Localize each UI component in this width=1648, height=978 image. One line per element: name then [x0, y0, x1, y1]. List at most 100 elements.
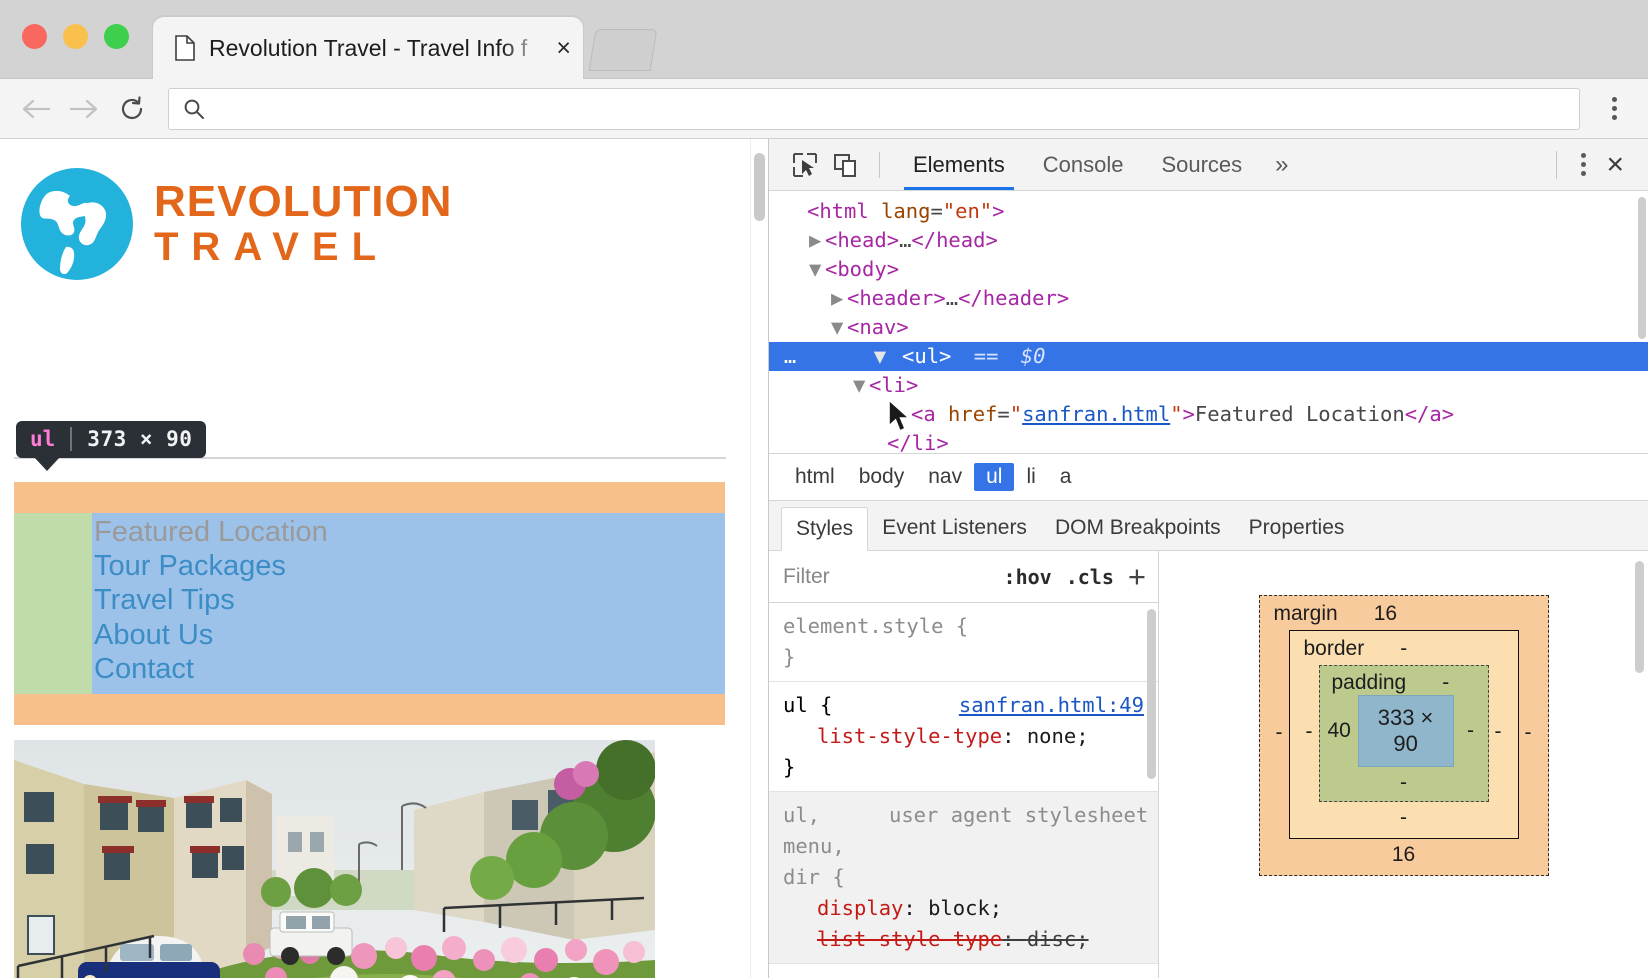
nav-link-tour-packages[interactable]: Tour Packages: [92, 549, 725, 583]
breadcrumb-ul[interactable]: ul: [974, 463, 1014, 491]
breadcrumb-li[interactable]: li: [1014, 463, 1047, 491]
breadcrumb-html[interactable]: html: [783, 463, 847, 491]
close-tab-button[interactable]: ×: [556, 36, 571, 61]
box-model-border-left[interactable]: -: [1300, 720, 1319, 744]
toggle-class-button[interactable]: .cls: [1066, 565, 1114, 589]
browser-menu-button[interactable]: [1594, 97, 1634, 120]
box-model-margin-bottom[interactable]: 16: [1270, 839, 1538, 867]
nav-link-about-us[interactable]: About Us: [92, 618, 725, 652]
declaration-value[interactable]: disc;: [1027, 927, 1089, 951]
box-model-margin-right[interactable]: -: [1519, 721, 1538, 745]
rule-source-link[interactable]: sanfran.html:49: [959, 690, 1144, 721]
device-toolbar-icon[interactable]: [825, 146, 865, 184]
styles-scrollbar-thumb[interactable]: [1147, 609, 1156, 779]
tab-event-listeners[interactable]: Event Listeners: [868, 506, 1041, 550]
breadcrumb-a[interactable]: a: [1048, 463, 1084, 491]
tab-styles[interactable]: Styles: [781, 507, 868, 551]
tab-sources[interactable]: Sources: [1142, 139, 1261, 190]
list-item[interactable]: About Us: [92, 618, 725, 652]
box-model-border-bottom[interactable]: -: [1300, 802, 1508, 830]
toggle-hover-state-button[interactable]: :hov: [1004, 565, 1052, 589]
close-window-button[interactable]: [22, 24, 47, 49]
maximize-window-button[interactable]: [104, 24, 129, 49]
styles-scrollbar[interactable]: [1146, 609, 1156, 974]
box-model-padding[interactable]: padding - 40 333 × 90 -: [1319, 665, 1489, 802]
box-model-padding-left[interactable]: 40: [1328, 719, 1350, 743]
dom-ellipsis-badge[interactable]: …: [769, 342, 811, 371]
logo-line-2: TRAVEL: [154, 225, 452, 269]
page-scrollbar[interactable]: [750, 139, 768, 978]
minimize-window-button[interactable]: [63, 24, 88, 49]
reload-icon[interactable]: [108, 85, 156, 133]
breadcrumb-nav[interactable]: nav: [916, 463, 974, 491]
browser-tab[interactable]: Revolution Travel - Travel Info f ×: [152, 16, 584, 79]
dom-row[interactable]: <a href="sanfran.html">Featured Location…: [769, 400, 1648, 429]
dom-row[interactable]: ▼<body>: [769, 255, 1648, 284]
box-model-padding-right[interactable]: -: [1462, 719, 1480, 743]
forward-arrow-icon[interactable]: [60, 85, 108, 133]
breadcrumb-body[interactable]: body: [847, 463, 917, 491]
tab-dom-breakpoints[interactable]: DOM Breakpoints: [1041, 506, 1235, 550]
box-model-border-right[interactable]: -: [1489, 720, 1508, 744]
back-arrow-icon[interactable]: [12, 85, 60, 133]
inspect-element-icon[interactable]: [785, 146, 825, 184]
dom-row[interactable]: ▶<head>…</head>: [769, 226, 1648, 255]
box-model-margin-top[interactable]: 16: [1374, 602, 1397, 626]
url-input[interactable]: [215, 99, 1579, 119]
web-page: REVOLUTION TRAVEL ul 373 × 90: [0, 139, 768, 978]
declaration-property[interactable]: list-style-type: [817, 724, 1002, 748]
tab-console[interactable]: Console: [1024, 139, 1143, 190]
box-model-border-label: border: [1304, 637, 1365, 661]
declaration-property[interactable]: list-style-type: [817, 927, 1002, 951]
box-model-content[interactable]: 333 × 90: [1358, 695, 1454, 767]
box-model-margin-left[interactable]: -: [1270, 721, 1289, 745]
box-model-scrollbar[interactable]: [1634, 561, 1644, 968]
box-model-scrollbar-thumb[interactable]: [1635, 561, 1644, 673]
declaration-property[interactable]: display: [817, 896, 903, 920]
dom-row[interactable]: ▼<nav>: [769, 313, 1648, 342]
declaration[interactable]: display: block;: [783, 893, 1146, 924]
nav-link-travel-tips[interactable]: Travel Tips: [92, 583, 725, 617]
more-tabs-button[interactable]: »: [1261, 151, 1302, 179]
declaration-overridden[interactable]: list-style-type: disc;: [783, 924, 1146, 955]
box-model-margin[interactable]: margin 16 - border -: [1259, 595, 1549, 876]
list-item[interactable]: Contact: [92, 652, 725, 686]
tab-properties[interactable]: Properties: [1235, 506, 1359, 550]
box-model-padding-label: padding: [1332, 671, 1407, 695]
dom-row[interactable]: </li>: [769, 429, 1648, 453]
dom-row[interactable]: <html lang="en">: [769, 197, 1648, 226]
box-model-padding-bottom[interactable]: -: [1328, 767, 1480, 795]
declaration-value[interactable]: none;: [1027, 724, 1089, 748]
dom-expand-toggle[interactable]: ▼: [874, 342, 890, 371]
box-model-border[interactable]: border - -: [1289, 630, 1519, 839]
devtools-more-options-icon[interactable]: [1569, 153, 1598, 176]
box-model-padding-top[interactable]: -: [1442, 671, 1449, 695]
dom-tree-scrollbar[interactable]: [1636, 197, 1646, 447]
tab-elements[interactable]: Elements: [894, 139, 1024, 190]
styles-filter-input[interactable]: Filter: [783, 565, 990, 589]
dom-row-selected[interactable]: … ▼ <ul> == $0: [769, 342, 1648, 371]
list-item[interactable]: Tour Packages: [92, 549, 725, 583]
toolbar-divider: [879, 152, 880, 178]
list-item[interactable]: Featured Location: [92, 515, 725, 549]
new-style-rule-button[interactable]: +: [1128, 561, 1146, 592]
margin-box-highlight: Featured Location Tour Packages Travel T…: [14, 482, 725, 725]
close-devtools-button[interactable]: ×: [1598, 150, 1638, 180]
dom-row[interactable]: ▼<li>: [769, 371, 1648, 400]
style-rule-element-style[interactable]: element.style { }: [769, 603, 1158, 682]
inspector-tooltip-tag: ul: [30, 427, 55, 451]
dom-row[interactable]: ▶<header>…</header>: [769, 284, 1648, 313]
declaration-value[interactable]: block;: [928, 896, 1002, 920]
style-rule-ul[interactable]: ul { sanfran.html:49 list-style-type: no…: [769, 682, 1158, 792]
dom-tree-scrollbar-thumb[interactable]: [1638, 197, 1646, 339]
new-tab-button[interactable]: [589, 29, 658, 71]
page-scrollbar-thumb[interactable]: [754, 153, 765, 221]
rule-close-brace: }: [783, 642, 1146, 673]
box-model-border-top[interactable]: -: [1400, 637, 1407, 661]
list-item[interactable]: Travel Tips: [92, 583, 725, 617]
style-rule-user-agent[interactable]: ul, user agent stylesheet menu, dir { di…: [769, 792, 1158, 964]
nav-link-contact[interactable]: Contact: [92, 652, 725, 686]
address-bar[interactable]: [168, 88, 1580, 130]
declaration[interactable]: list-style-type: none;: [783, 721, 1146, 752]
nav-link-featured-location[interactable]: Featured Location: [92, 515, 725, 549]
